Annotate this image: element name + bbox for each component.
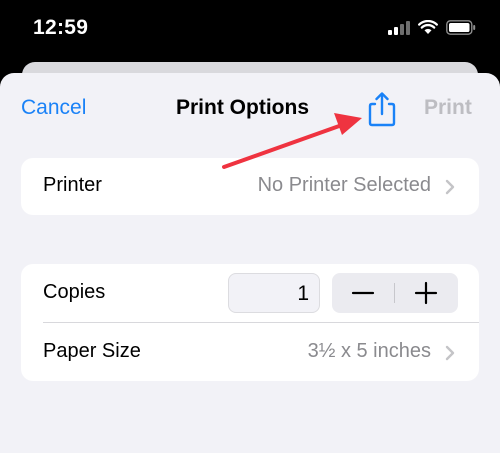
printer-label: Printer bbox=[43, 174, 102, 196]
chevron-right-icon bbox=[445, 345, 455, 361]
options-group: Copies 1 Paper Size 3½ x 5 inches bbox=[21, 264, 479, 381]
cancel-button[interactable]: Cancel bbox=[21, 96, 86, 120]
plus-icon bbox=[414, 281, 438, 305]
decrement-button[interactable] bbox=[332, 273, 394, 313]
paper-size-label: Paper Size bbox=[43, 340, 141, 362]
status-bar: 12:59 bbox=[0, 0, 500, 62]
status-time: 12:59 bbox=[33, 16, 89, 39]
increment-button[interactable] bbox=[395, 273, 457, 313]
share-button[interactable] bbox=[364, 89, 400, 129]
paper-size-row[interactable]: Paper Size 3½ x 5 inches bbox=[21, 323, 479, 381]
printer-value: No Printer Selected bbox=[257, 174, 431, 196]
battery-icon bbox=[446, 20, 476, 35]
copies-row: Copies 1 bbox=[21, 264, 479, 322]
copies-label: Copies bbox=[43, 281, 106, 303]
print-button[interactable]: Print bbox=[424, 96, 472, 120]
printer-group: Printer No Printer Selected bbox=[21, 158, 479, 215]
print-options-sheet bbox=[0, 73, 500, 453]
copies-stepper bbox=[332, 273, 458, 313]
copies-value: 1 bbox=[297, 282, 309, 305]
copies-field[interactable]: 1 bbox=[228, 273, 320, 313]
paper-size-value: 3½ x 5 inches bbox=[307, 340, 431, 362]
share-icon bbox=[368, 92, 396, 127]
wifi-icon bbox=[418, 20, 438, 34]
printer-row[interactable]: Printer No Printer Selected bbox=[21, 158, 479, 215]
minus-icon bbox=[351, 291, 375, 295]
status-icons bbox=[388, 20, 476, 35]
page-title: Print Options bbox=[176, 96, 309, 119]
signal-icon bbox=[388, 20, 410, 35]
chevron-right-icon bbox=[445, 179, 455, 195]
